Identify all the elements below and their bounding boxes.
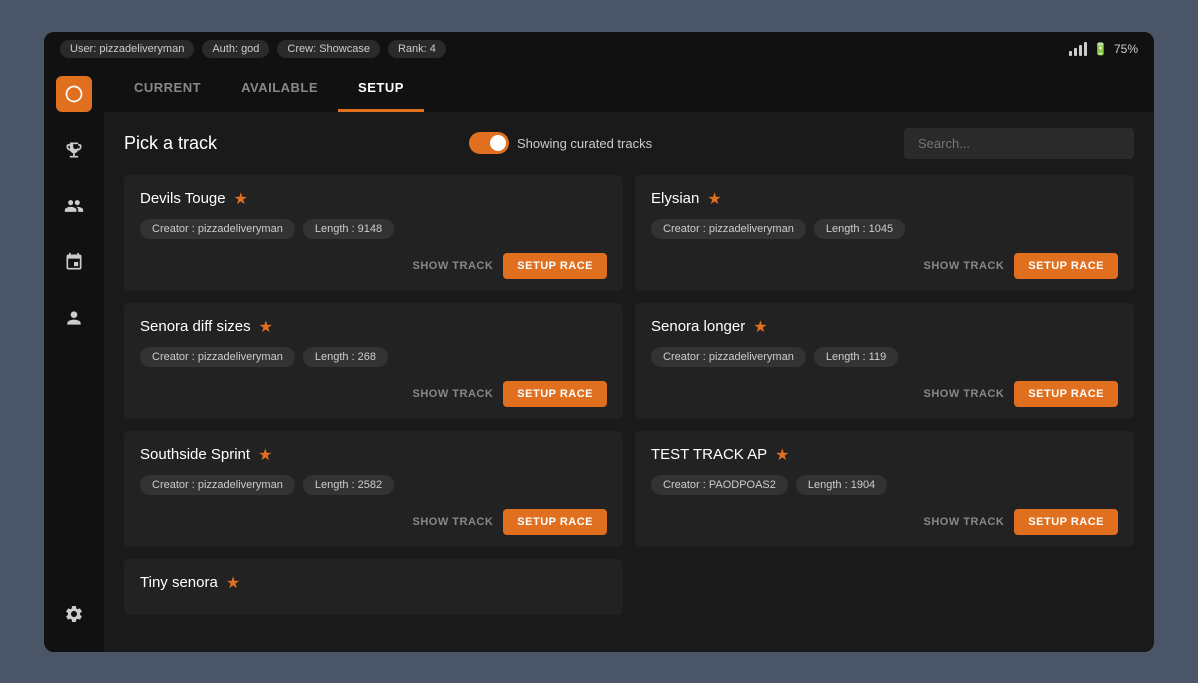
star-icon: ★ [707, 189, 721, 209]
track-actions: SHOW TRACK SETUP RACE [140, 381, 607, 407]
track-meta: Creator : pizzadeliveryman Length : 2582 [140, 475, 607, 495]
show-track-button[interactable]: SHOW TRACK [924, 388, 1005, 400]
track-name: TEST TRACK AP [651, 446, 767, 463]
setup-race-button[interactable]: SETUP RACE [1014, 381, 1118, 407]
battery-icon: 🔋 [1093, 42, 1108, 56]
track-card: Senora diff sizes ★ Creator : pizzadeliv… [124, 303, 623, 419]
track-card: Devils Touge ★ Creator : pizzadeliveryma… [124, 175, 623, 291]
battery-percent: 75% [1114, 42, 1138, 56]
app-window: User: pizzadeliveryman Auth: god Crew: S… [44, 32, 1154, 652]
track-card: Elysian ★ Creator : pizzadeliveryman Len… [635, 175, 1134, 291]
track-card-header: Senora diff sizes ★ [140, 317, 607, 337]
show-track-button[interactable]: SHOW TRACK [924, 516, 1005, 528]
track-meta: Creator : pizzadeliveryman Length : 1045 [651, 219, 1118, 239]
track-actions: SHOW TRACK SETUP RACE [651, 381, 1118, 407]
track-card-header: Devils Touge ★ [140, 189, 607, 209]
track-card-header: Southside Sprint ★ [140, 445, 607, 465]
sidebar-item-people[interactable] [56, 300, 92, 336]
track-name: Senora diff sizes [140, 318, 251, 335]
track-name: Elysian [651, 190, 699, 207]
creator-badge: Creator : pizzadeliveryman [651, 347, 806, 367]
setup-race-button[interactable]: SETUP RACE [503, 253, 607, 279]
setup-race-button[interactable]: SETUP RACE [1014, 253, 1118, 279]
length-badge: Length : 9148 [303, 219, 394, 239]
show-track-button[interactable]: SHOW TRACK [413, 260, 494, 272]
curated-toggle[interactable]: Showing curated tracks [469, 132, 652, 154]
length-badge: Length : 268 [303, 347, 388, 367]
user-pill: User: pizzadeliveryman [60, 40, 194, 58]
track-name: Tiny senora [140, 574, 218, 591]
settings-button[interactable] [56, 596, 92, 632]
setup-race-button[interactable]: SETUP RACE [503, 381, 607, 407]
curated-toggle-switch[interactable] [469, 132, 509, 154]
setup-race-button[interactable]: SETUP RACE [1014, 509, 1118, 535]
sidebar [44, 66, 104, 652]
crew-pill: Crew: Showcase [277, 40, 380, 58]
content-body: Pick a track Showing curated tracks [104, 112, 1154, 652]
auth-pill: Auth: god [202, 40, 269, 58]
status-bar: User: pizzadeliveryman Auth: god Crew: S… [44, 32, 1154, 66]
show-track-button[interactable]: SHOW TRACK [413, 516, 494, 528]
track-name: Senora longer [651, 318, 745, 335]
creator-badge: Creator : pizzadeliveryman [651, 219, 806, 239]
toggle-knob [490, 135, 506, 151]
tab-setup[interactable]: SETUP [338, 66, 424, 112]
sidebar-item-network[interactable] [56, 244, 92, 280]
status-pills: User: pizzadeliveryman Auth: god Crew: S… [60, 40, 446, 58]
star-icon: ★ [753, 317, 767, 337]
signal-icon [1069, 42, 1087, 56]
tab-available[interactable]: AVAILABLE [221, 66, 338, 112]
partial-track-card: Tiny senora ★ [124, 559, 623, 615]
status-right: 🔋 75% [1069, 42, 1138, 56]
star-icon: ★ [258, 445, 272, 465]
star-icon: ★ [226, 573, 240, 593]
track-actions: SHOW TRACK SETUP RACE [651, 253, 1118, 279]
track-card: Senora longer ★ Creator : pizzadeliverym… [635, 303, 1134, 419]
track-actions: SHOW TRACK SETUP RACE [140, 509, 607, 535]
creator-badge: Creator : pizzadeliveryman [140, 347, 295, 367]
sidebar-item-trophy[interactable] [56, 132, 92, 168]
track-grid: Devils Touge ★ Creator : pizzadeliveryma… [124, 175, 1134, 615]
length-badge: Length : 119 [814, 347, 898, 367]
creator-badge: Creator : PAODPOAS2 [651, 475, 788, 495]
track-name: Devils Touge [140, 190, 226, 207]
length-badge: Length : 1904 [796, 475, 887, 495]
track-card: TEST TRACK AP ★ Creator : PAODPOAS2 Leng… [635, 431, 1134, 547]
track-card: Southside Sprint ★ Creator : pizzadelive… [124, 431, 623, 547]
creator-badge: Creator : pizzadeliveryman [140, 219, 295, 239]
track-card-header: Senora longer ★ [651, 317, 1118, 337]
toolbar-row: Pick a track Showing curated tracks [124, 128, 1134, 159]
tab-current[interactable]: CURRENT [114, 66, 221, 112]
star-icon: ★ [775, 445, 789, 465]
track-card-header: TEST TRACK AP ★ [651, 445, 1118, 465]
length-badge: Length : 1045 [814, 219, 905, 239]
track-meta: Creator : pizzadeliveryman Length : 268 [140, 347, 607, 367]
star-icon: ★ [259, 317, 273, 337]
tab-bar: CURRENT AVAILABLE SETUP [104, 66, 1154, 112]
sidebar-item-group[interactable] [56, 188, 92, 224]
track-card-header: Elysian ★ [651, 189, 1118, 209]
track-actions: SHOW TRACK SETUP RACE [140, 253, 607, 279]
rank-pill: Rank: 4 [388, 40, 446, 58]
search-input[interactable] [904, 128, 1134, 159]
sidebar-item-game[interactable] [56, 76, 92, 112]
show-track-button[interactable]: SHOW TRACK [924, 260, 1005, 272]
setup-race-button[interactable]: SETUP RACE [503, 509, 607, 535]
creator-badge: Creator : pizzadeliveryman [140, 475, 295, 495]
page-title: Pick a track [124, 133, 217, 154]
curated-label: Showing curated tracks [517, 136, 652, 151]
track-actions: SHOW TRACK SETUP RACE [651, 509, 1118, 535]
track-meta: Creator : PAODPOAS2 Length : 1904 [651, 475, 1118, 495]
length-badge: Length : 2582 [303, 475, 394, 495]
star-icon: ★ [234, 189, 248, 209]
track-meta: Creator : pizzadeliveryman Length : 9148 [140, 219, 607, 239]
content-area: CURRENT AVAILABLE SETUP Pick a track Sho… [104, 66, 1154, 652]
track-card-header: Tiny senora ★ [140, 573, 607, 593]
track-name: Southside Sprint [140, 446, 250, 463]
main-layout: CURRENT AVAILABLE SETUP Pick a track Sho… [44, 66, 1154, 652]
show-track-button[interactable]: SHOW TRACK [413, 388, 494, 400]
track-meta: Creator : pizzadeliveryman Length : 119 [651, 347, 1118, 367]
